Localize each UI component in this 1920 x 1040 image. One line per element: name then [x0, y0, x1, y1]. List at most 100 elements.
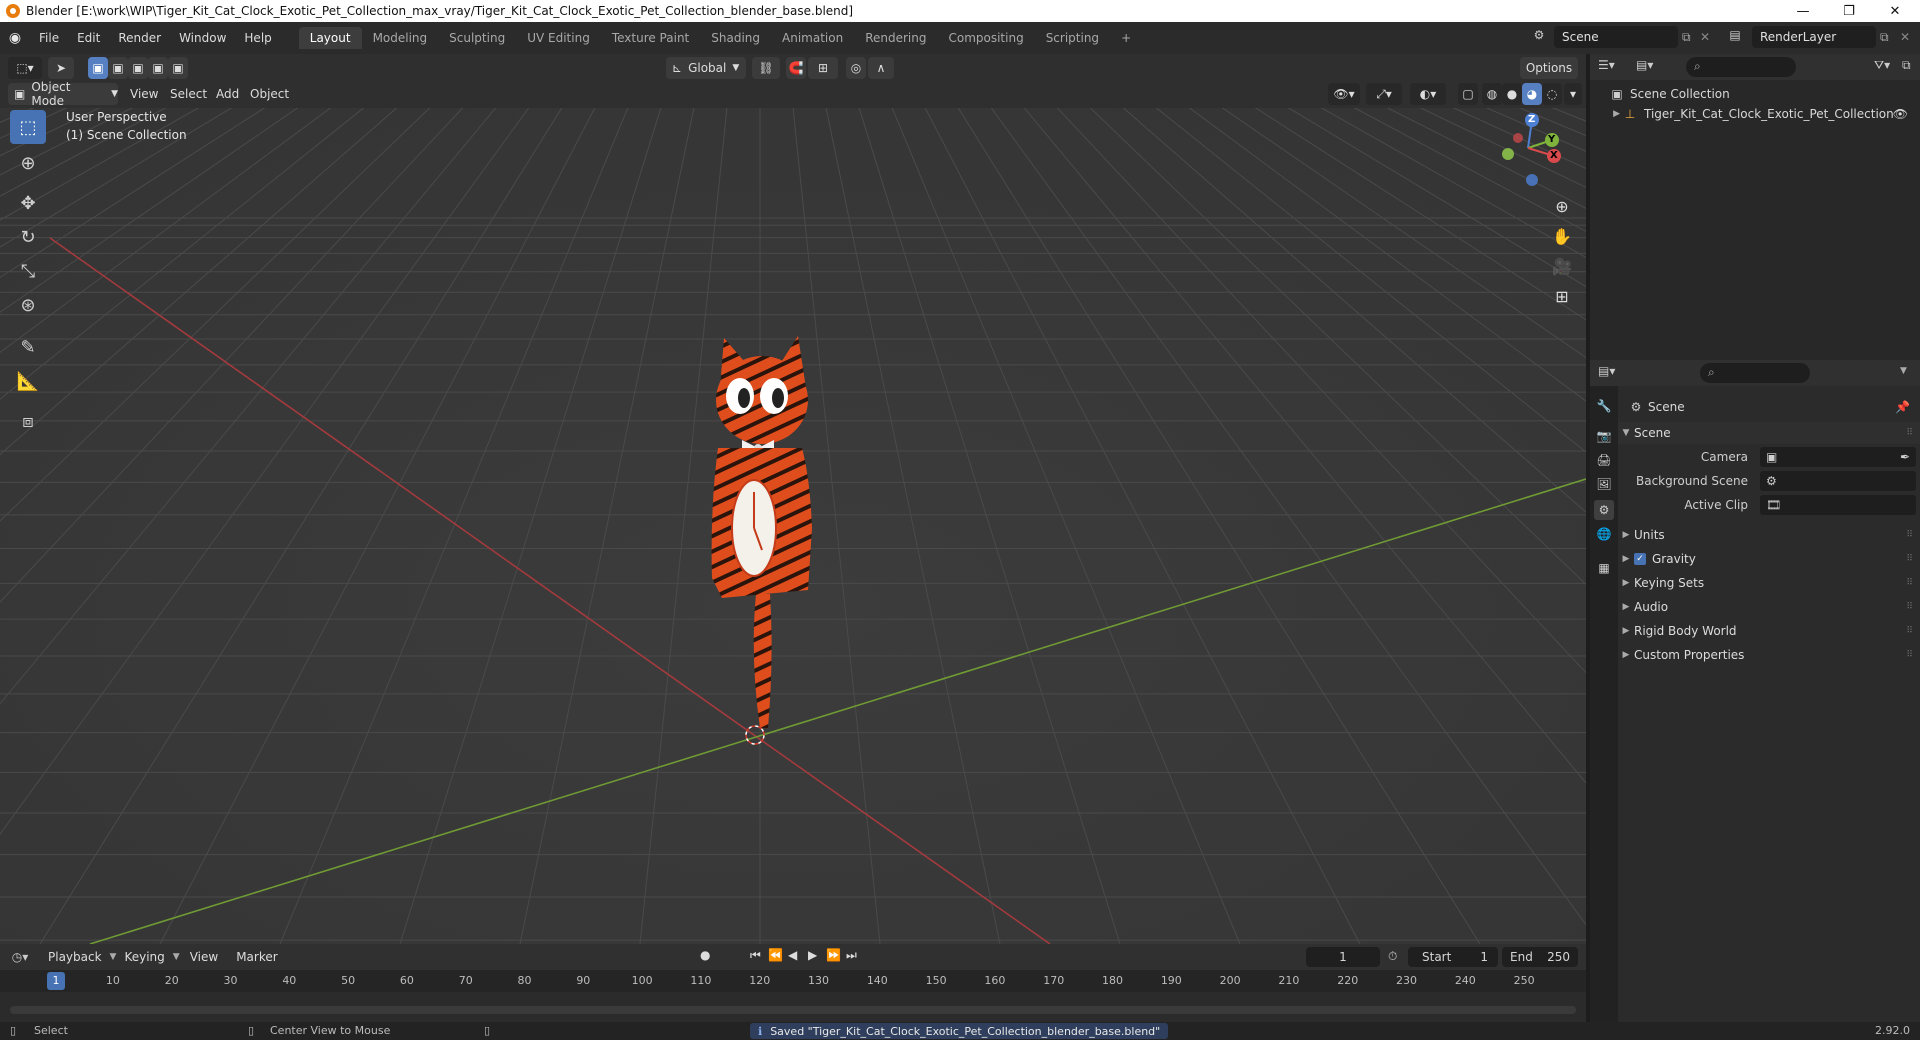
display-mode-icon[interactable]: ▤▾ [1636, 58, 1653, 72]
timeline-ruler[interactable]: 1 10 20 30 40 50 60 70 80 90 100 110 120 130 140 150 160… [0, 970, 1586, 992]
jump-keyframe-back-icon[interactable]: ⏪ [768, 948, 783, 962]
menu-add[interactable]: Add [216, 87, 239, 101]
tool-tab-icon[interactable]: 🔧 [1594, 396, 1614, 416]
delete-scene-icon[interactable]: ✕ [1700, 30, 1710, 44]
scale-tool-icon[interactable]: ⤡ [10, 254, 46, 288]
stopwatch-icon[interactable]: ⏱ [1388, 949, 1397, 964]
outliner-search-input[interactable]: ⌕ [1686, 57, 1796, 77]
select-intersect-icon[interactable]: ▣ [168, 57, 188, 79]
start-frame-field[interactable]: Start 1 [1408, 947, 1498, 967]
wireframe-shading-icon[interactable]: ◍ [1482, 83, 1502, 105]
camera-view-icon[interactable]: 🎥 [1548, 252, 1576, 280]
snap-toggle-icon[interactable]: 🧲 [786, 57, 806, 79]
menu-file[interactable]: File [30, 31, 68, 45]
texture-tab-icon[interactable]: ▦ [1594, 558, 1614, 578]
menu-timeline-view[interactable]: View [180, 950, 228, 964]
menu-window[interactable]: Window [170, 31, 235, 45]
jump-keyframe-forward-icon[interactable]: ⏩ [826, 948, 841, 962]
xray-toggle-icon[interactable]: ▢ [1458, 83, 1478, 105]
filter-icon[interactable]: ⛛▾ [1874, 58, 1890, 73]
view-layer-selector[interactable]: RenderLayer [1752, 26, 1876, 48]
outliner-row-scene-collection[interactable]: ▣ Scene Collection [1590, 84, 1920, 104]
blender-menu-icon[interactable]: ◉ [0, 30, 30, 46]
tiger-cat-clock-model[interactable] [690, 328, 840, 748]
select-tool-icon[interactable]: ➤ [48, 57, 74, 79]
timeline-editor-type-icon[interactable]: ◷▾ [0, 950, 40, 964]
jump-end-icon[interactable]: ⏭ [846, 948, 857, 963]
menu-edit[interactable]: Edit [68, 31, 109, 45]
gravity-checkbox[interactable]: ✓ [1634, 553, 1646, 565]
tab-sculpting[interactable]: Sculpting [438, 27, 516, 49]
overlays-toggle-icon[interactable]: ◐▾ [1410, 83, 1446, 105]
panel-audio-header[interactable]: ▶ Audio ⠿ [1618, 596, 1920, 618]
add-cube-tool-icon[interactable]: ⧈ [10, 404, 46, 438]
view-layer-tab-icon[interactable]: 🖼 [1594, 474, 1614, 494]
scene-tab-icon[interactable]: ⚙ [1594, 500, 1614, 520]
mode-dropdown[interactable]: ▣ Object Mode ▼ [8, 80, 118, 108]
tab-rendering[interactable]: Rendering [854, 27, 937, 49]
shading-options-icon[interactable]: ▾ [1564, 83, 1582, 105]
tab-texture-paint[interactable]: Texture Paint [601, 27, 700, 49]
perspective-toggle-icon[interactable]: ⊞ [1548, 282, 1576, 310]
menu-render[interactable]: Render [109, 31, 170, 45]
gizmo-toggle-icon[interactable]: ⤢▾ [1366, 83, 1402, 105]
menu-playback[interactable]: Playback [40, 950, 110, 964]
tab-uv-editing[interactable]: UV Editing [516, 27, 601, 49]
camera-field[interactable]: ▣ ✒ [1760, 447, 1916, 467]
visibility-icon[interactable]: 👁▾ [1328, 83, 1360, 105]
panel-keying-sets-header[interactable]: ▶ Keying Sets ⠿ [1618, 572, 1920, 594]
panel-custom-properties-header[interactable]: ▶ Custom Properties ⠿ [1618, 644, 1920, 666]
pan-view-icon[interactable]: ✋ [1548, 222, 1576, 250]
tab-layout[interactable]: Layout [298, 27, 362, 49]
annotate-tool-icon[interactable]: ✎ [10, 330, 46, 364]
snap-target-icon[interactable]: ⊞ [808, 57, 838, 79]
drag-handle-icon[interactable]: ⠿ [1906, 626, 1913, 636]
panel-units-header[interactable]: ▶ Units ⠿ [1618, 524, 1920, 546]
panel-scene-header[interactable]: ▼ Scene ⠿ [1618, 422, 1920, 444]
output-tab-icon[interactable]: 🖨 [1594, 450, 1614, 470]
panel-rigid-body-header[interactable]: ▶ Rigid Body World ⠿ [1618, 620, 1920, 642]
expand-arrow-icon[interactable]: ▶ [1590, 109, 1620, 119]
world-tab-icon[interactable]: 🌐 [1594, 524, 1614, 544]
rendered-shading-icon[interactable]: ◌ [1542, 83, 1562, 105]
scene-selector[interactable]: Scene [1554, 26, 1678, 48]
background-scene-field[interactable]: ⚙ [1760, 471, 1916, 491]
add-workspace-button[interactable]: + [1110, 27, 1142, 49]
pin-icon[interactable]: 📌 [1895, 400, 1910, 414]
material-shading-icon[interactable]: ◕ [1522, 83, 1542, 105]
play-reverse-icon[interactable]: ◀ [788, 948, 797, 962]
menu-marker[interactable]: Marker [228, 950, 285, 964]
select-extend-icon[interactable]: ▣ [108, 57, 128, 79]
new-collection-icon[interactable]: ⧉ [1902, 58, 1911, 73]
close-button[interactable]: ✕ [1872, 0, 1918, 22]
drag-handle-icon[interactable]: ⠿ [1906, 650, 1913, 660]
outliner-editor-type-icon[interactable]: ☰▾ [1598, 58, 1615, 72]
jump-start-icon[interactable]: ⏮ [750, 948, 761, 963]
visibility-eye-icon[interactable]: 👁 [1893, 107, 1908, 121]
pivot-point-icon[interactable]: ⛓ [752, 57, 780, 79]
drag-handle-icon[interactable]: ⠿ [1906, 530, 1913, 540]
tab-scripting[interactable]: Scripting [1035, 27, 1110, 49]
measure-tool-icon[interactable]: 📐 [10, 364, 46, 398]
minimize-button[interactable]: — [1780, 0, 1826, 22]
timeline-scrollbar[interactable] [10, 1006, 1576, 1014]
view-layer-icon[interactable]: ▤ [1722, 28, 1748, 42]
proportional-edit-icon[interactable]: ◎ [846, 57, 866, 79]
tab-animation[interactable]: Animation [771, 27, 854, 49]
active-clip-field[interactable]: 🎞 [1760, 495, 1916, 515]
properties-editor-type-icon[interactable]: ▤▾ [1598, 364, 1615, 378]
scene-icon[interactable]: ⚙ [1526, 28, 1552, 42]
new-view-layer-icon[interactable]: ⧉ [1880, 30, 1889, 45]
properties-search-input[interactable]: ⌕ [1700, 363, 1810, 383]
restore-button[interactable]: ❐ [1826, 0, 1872, 22]
chevron-down-icon[interactable]: ▼ [1900, 366, 1907, 376]
drag-handle-icon[interactable]: ⠿ [1906, 554, 1913, 564]
status-report[interactable]: ℹ Saved "Tiger_Kit_Cat_Clock_Exotic_Pet_… [750, 1023, 1169, 1039]
rotate-tool-icon[interactable]: ↻ [10, 220, 46, 254]
transform-tool-icon[interactable]: ⊛ [10, 288, 46, 322]
render-tab-icon[interactable]: 📷 [1594, 426, 1614, 446]
eyedropper-icon[interactable]: ✒ [1900, 450, 1910, 464]
zoom-view-icon[interactable]: ⊕ [1548, 192, 1576, 220]
menu-select[interactable]: Select [170, 87, 207, 101]
select-box-tool-icon[interactable]: ⬚ [10, 110, 46, 144]
